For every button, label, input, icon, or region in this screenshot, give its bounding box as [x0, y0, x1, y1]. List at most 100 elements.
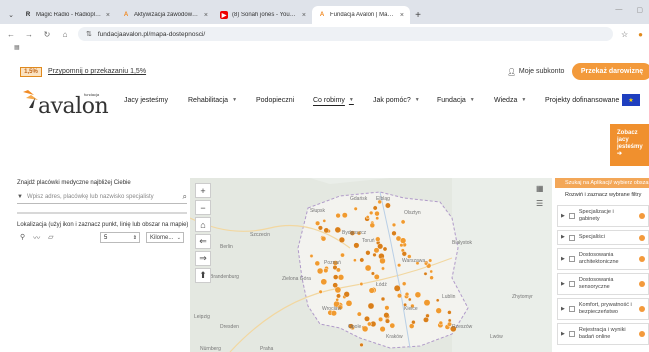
zoom-out-button[interactable]: − [195, 200, 211, 215]
profile-icon[interactable]: ● [638, 30, 643, 39]
facility-marker[interactable] [335, 267, 341, 273]
facility-marker[interactable] [364, 264, 372, 272]
expand-triangle-icon[interactable]: ▶ [561, 234, 565, 241]
expand-triangle-icon[interactable]: ▶ [561, 281, 565, 288]
facility-marker[interactable] [400, 219, 406, 225]
browser-tab-active[interactable]: A Fundacja Avalon | Mapa Dostę × [312, 6, 410, 24]
facility-marker[interactable] [429, 275, 434, 280]
facility-marker[interactable] [373, 274, 380, 280]
filter-checkbox[interactable] [568, 331, 575, 337]
facility-marker[interactable] [367, 321, 372, 327]
close-tab-icon[interactable]: × [204, 12, 208, 19]
facility-marker[interactable] [425, 313, 430, 319]
facility-marker[interactable] [340, 252, 345, 258]
back-icon[interactable]: ← [6, 30, 16, 39]
bookmark-star-icon[interactable]: ☆ [621, 30, 628, 39]
facility-marker[interactable] [391, 222, 397, 227]
facility-marker[interactable] [374, 210, 380, 217]
facility-marker[interactable] [400, 237, 407, 244]
facility-marker[interactable] [372, 252, 377, 257]
reload-icon[interactable]: ↻ [42, 30, 52, 39]
remind-one-percent-link[interactable]: Przypomnij o przekazaniu 1,5% [48, 68, 146, 75]
nav-fundacja[interactable]: Fundacja ▼ [437, 97, 475, 104]
nav-co-robimy[interactable]: Co robimy ▼ [313, 97, 354, 104]
facility-marker[interactable] [337, 274, 345, 281]
forward-view-icon[interactable]: ⇒ [195, 251, 211, 266]
close-tab-icon[interactable]: × [106, 12, 110, 19]
filter-specjalizacje[interactable]: ▶ Specjalizacje i gabinety [557, 205, 649, 227]
back-view-icon[interactable]: ⇐ [195, 234, 211, 249]
search-icon[interactable]: ⌕ [183, 192, 187, 202]
facility-marker[interactable] [343, 291, 350, 298]
map-canvas[interactable]: Słupsk Gdańsk Elbląg Olsztyn Szczecin Bydgosz… [190, 178, 552, 352]
donate-button[interactable]: Przekaż darowiznę [572, 63, 649, 80]
chevron-down-icon[interactable]: ▼ [17, 194, 23, 200]
facility-marker[interactable] [335, 212, 341, 219]
zoom-in-button[interactable]: + [195, 183, 211, 198]
filter-checkbox[interactable] [568, 306, 575, 312]
filter-rejestracja-online[interactable]: ▶ Rejestracja i wyniki badań online [557, 323, 649, 345]
facility-marker[interactable] [423, 271, 428, 276]
facility-marker[interactable] [401, 281, 407, 286]
nav-jacy-jestesmy[interactable]: Jacy jesteśmy [124, 97, 168, 104]
browser-tab[interactable]: ▶ (8) Sonah jones - YouTube × [214, 6, 312, 24]
filter-dostosowania-architektoniczne[interactable]: ▶ Dostosowania architektoniczne [557, 248, 649, 270]
stepper-icon[interactable]: ⇕ [133, 235, 137, 241]
facility-marker[interactable] [435, 298, 440, 303]
facility-marker[interactable] [384, 305, 390, 311]
close-tab-icon[interactable]: × [302, 12, 306, 19]
area-tool-icon[interactable]: ▱ [48, 233, 53, 243]
facility-marker[interactable] [378, 316, 384, 322]
line-tool-icon[interactable]: 〰 [33, 233, 40, 243]
facility-marker[interactable] [332, 282, 338, 288]
facility-marker[interactable] [397, 263, 402, 268]
facility-marker[interactable] [399, 243, 404, 248]
filter-checkbox[interactable] [568, 256, 575, 262]
accessibility-map[interactable]: Słupsk Gdańsk Elbląg Olsztyn Szczecin Bydgosz… [190, 178, 552, 352]
facility-marker[interactable] [372, 205, 378, 211]
facility-marker[interactable] [379, 326, 386, 333]
tab-search-dropdown-icon[interactable]: ⌄ [4, 6, 18, 24]
facility-marker[interactable] [389, 322, 396, 329]
facility-marker[interactable] [384, 202, 391, 209]
minimize-icon[interactable]: — [615, 6, 622, 14]
filter-checkbox[interactable] [568, 281, 575, 287]
facility-marker[interactable] [353, 242, 360, 249]
facility-marker[interactable] [411, 319, 416, 325]
facility-marker[interactable] [379, 257, 386, 265]
facility-marker[interactable] [323, 267, 329, 273]
nav-wiedza[interactable]: Wiedza ▼ [494, 97, 526, 104]
facility-marker[interactable] [368, 287, 375, 294]
facility-marker[interactable] [315, 220, 321, 226]
restore-icon[interactable]: ▢ [636, 6, 643, 14]
close-tab-icon[interactable]: × [400, 12, 404, 19]
facility-marker[interactable] [318, 289, 323, 294]
facility-marker[interactable] [414, 291, 422, 299]
facility-marker[interactable] [345, 300, 353, 307]
facility-marker[interactable] [381, 266, 385, 271]
new-tab-button[interactable]: + [410, 6, 426, 24]
facility-marker[interactable] [356, 311, 362, 317]
facility-marker[interactable] [316, 267, 324, 275]
facility-marker[interactable] [383, 312, 390, 319]
facility-marker[interactable] [367, 302, 375, 310]
layers-icon[interactable]: ☰ [536, 199, 544, 208]
nav-rehabilitacja[interactable]: Rehabilitacja ▼ [188, 97, 237, 104]
filter-checkbox[interactable] [568, 213, 575, 219]
facility-marker[interactable] [309, 254, 314, 258]
compass-icon[interactable]: ⬆ [195, 268, 211, 283]
facility-marker[interactable] [429, 269, 433, 274]
nav-jak-pomoc[interactable]: Jak pomóc? ▼ [373, 97, 420, 104]
facility-marker[interactable] [447, 318, 452, 323]
facility-marker[interactable] [391, 230, 397, 236]
expand-triangle-icon[interactable]: ▶ [561, 213, 565, 220]
facility-marker[interactable] [323, 227, 330, 234]
radius-input[interactable]: 5 ⇕ [100, 232, 140, 243]
facility-marker[interactable] [335, 298, 339, 302]
filter-dostosowania-sensoryczne[interactable]: ▶ Dostosowania sensoryczne [557, 273, 649, 295]
facility-marker[interactable] [365, 215, 370, 219]
facility-marker[interactable] [359, 282, 364, 286]
subaccount-link[interactable]: 👤︎ Moje subkonto [507, 68, 564, 76]
home-view-icon[interactable]: ⌂ [195, 217, 211, 232]
nav-projekty-dofinansowane[interactable]: Projekty dofinansowane [545, 97, 619, 104]
